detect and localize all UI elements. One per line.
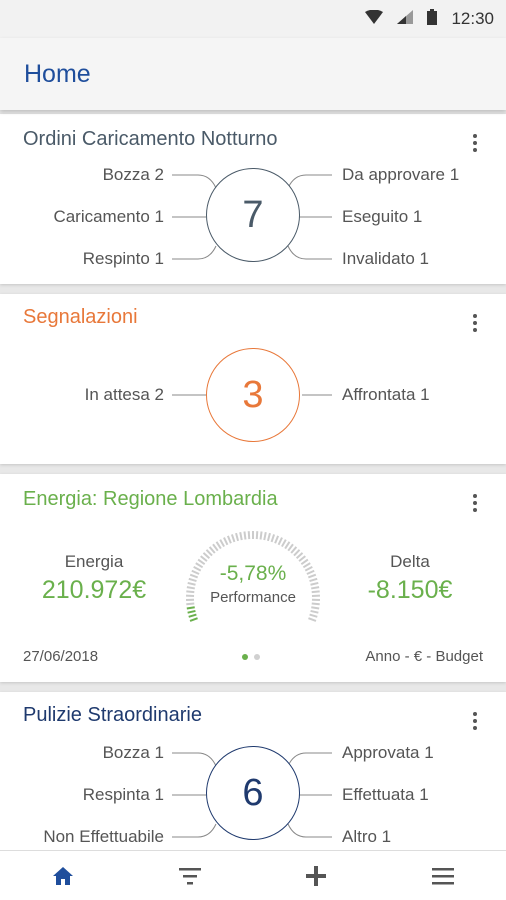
gauge-tick bbox=[239, 532, 243, 541]
gauge-tick bbox=[309, 613, 318, 618]
gauge-tick bbox=[188, 613, 197, 618]
gauge-tick bbox=[295, 552, 304, 560]
gauge-tick bbox=[226, 535, 232, 544]
home-icon bbox=[53, 866, 74, 885]
card-segnalazioni[interactable]: Segnalazioni 3 In attesa 2 Affrontata 1 bbox=[0, 294, 506, 464]
status-label-in-attesa[interactable]: In attesa 2 bbox=[85, 385, 164, 405]
gauge-tick bbox=[208, 546, 216, 554]
gauge-tick bbox=[277, 537, 283, 546]
period-label: Anno - € - Budget bbox=[365, 648, 483, 665]
gauge-tick bbox=[270, 534, 276, 543]
gauge-tick bbox=[200, 555, 208, 562]
gauge-tick bbox=[247, 531, 251, 540]
card-ordini[interactable]: Ordini Caricamento Notturno 7 Bozza 2 Ca… bbox=[0, 114, 506, 284]
status-label-affrontata[interactable]: Affrontata 1 bbox=[342, 385, 430, 405]
status-time: 12:30 bbox=[451, 9, 494, 28]
gauge-tick bbox=[281, 539, 287, 548]
gauge-tick bbox=[259, 531, 263, 540]
energy-value: 210.972€ bbox=[41, 576, 147, 604]
more-options-icon[interactable] bbox=[472, 494, 478, 514]
gauge-tick bbox=[187, 609, 196, 614]
total-circle[interactable]: 3 bbox=[206, 348, 300, 442]
menu-icon bbox=[431, 867, 454, 884]
total-circle[interactable]: 6 bbox=[206, 746, 300, 840]
gauge-tick bbox=[212, 543, 219, 552]
gauge-label: Performance bbox=[210, 589, 296, 606]
status-label-caricamento[interactable]: Caricamento 1 bbox=[53, 207, 164, 227]
gauge-tick bbox=[205, 549, 213, 557]
gauge-tick bbox=[219, 539, 225, 548]
date-label: 27/06/2018 bbox=[23, 648, 99, 665]
gauge-tick bbox=[263, 532, 267, 541]
total-count: 7 bbox=[242, 193, 264, 236]
page-indicator[interactable] bbox=[242, 654, 260, 660]
gauge-tick bbox=[186, 606, 195, 610]
gauge-tick bbox=[230, 534, 236, 543]
gauge-tick bbox=[308, 617, 317, 622]
gauge-tick bbox=[311, 606, 320, 610]
page-dot-active[interactable] bbox=[242, 654, 248, 660]
status-label-bozza[interactable]: Bozza 1 bbox=[103, 743, 164, 763]
wifi-icon bbox=[365, 9, 384, 29]
page-dot[interactable] bbox=[254, 654, 260, 660]
app-bar: Home bbox=[0, 38, 506, 110]
gauge-tick bbox=[293, 549, 301, 557]
gauge-tick bbox=[266, 532, 271, 542]
total-count: 3 bbox=[242, 373, 264, 416]
delta-value: -8.150€ bbox=[367, 576, 453, 604]
gauge-tick bbox=[284, 541, 291, 550]
status-label-approvata[interactable]: Approvata 1 bbox=[342, 743, 434, 763]
plus-icon bbox=[306, 865, 327, 886]
gauge-tick bbox=[223, 537, 229, 546]
signal-icon bbox=[397, 9, 414, 29]
card-pulizie[interactable]: Pulizie Straordinarie 6 Bozza 1 Respinta… bbox=[0, 692, 506, 850]
gauge-tick bbox=[274, 535, 280, 544]
filter-icon bbox=[178, 867, 201, 884]
status-label-da-approvare[interactable]: Da approvare 1 bbox=[342, 165, 459, 185]
page-title: Home bbox=[24, 59, 91, 88]
total-circle[interactable]: 7 bbox=[206, 168, 300, 262]
status-label-invalidato[interactable]: Invalidato 1 bbox=[342, 249, 429, 269]
gauge-tick bbox=[189, 617, 198, 622]
gauge-value: -5,78% bbox=[219, 562, 287, 585]
gauge-tick bbox=[298, 555, 306, 562]
gauge-tick bbox=[255, 531, 259, 540]
gauge-tick bbox=[287, 543, 294, 552]
status-label-non-effettuabile[interactable]: Non Effettuabile bbox=[43, 827, 164, 847]
card-energia[interactable]: Energia: Regione Lombardia Energia 210.9… bbox=[0, 474, 506, 682]
home-feed[interactable]: Ordini Caricamento Notturno 7 Bozza 2 Ca… bbox=[0, 110, 506, 850]
gauge-tick bbox=[202, 552, 211, 560]
bottom-nav bbox=[0, 850, 506, 900]
nav-filter-button[interactable] bbox=[160, 851, 220, 900]
gauge-tick bbox=[235, 532, 240, 542]
status-label-bozza[interactable]: Bozza 2 bbox=[103, 165, 164, 185]
gauge-tick bbox=[310, 609, 319, 614]
gauge-tick bbox=[215, 541, 222, 550]
nav-add-button[interactable] bbox=[286, 851, 346, 900]
status-label-eseguito[interactable]: Eseguito 1 bbox=[342, 207, 422, 227]
status-bar: 12:30 bbox=[0, 0, 506, 38]
status-label-effettuata[interactable]: Effettuata 1 bbox=[342, 785, 429, 805]
battery-icon bbox=[427, 8, 438, 30]
nav-menu-button[interactable] bbox=[413, 851, 473, 900]
gauge-tick bbox=[290, 546, 298, 554]
gauge-tick bbox=[243, 531, 247, 540]
status-label-respinta[interactable]: Respinta 1 bbox=[83, 785, 164, 805]
status-label-altro[interactable]: Altro 1 bbox=[342, 827, 391, 847]
status-label-respinto[interactable]: Respinto 1 bbox=[83, 249, 164, 269]
total-count: 6 bbox=[242, 771, 264, 814]
nav-home-button[interactable] bbox=[33, 851, 93, 900]
card-title: Energia: Regione Lombardia bbox=[23, 488, 278, 510]
delta-label: Delta bbox=[390, 552, 430, 571]
energy-label: Energia bbox=[64, 552, 124, 571]
